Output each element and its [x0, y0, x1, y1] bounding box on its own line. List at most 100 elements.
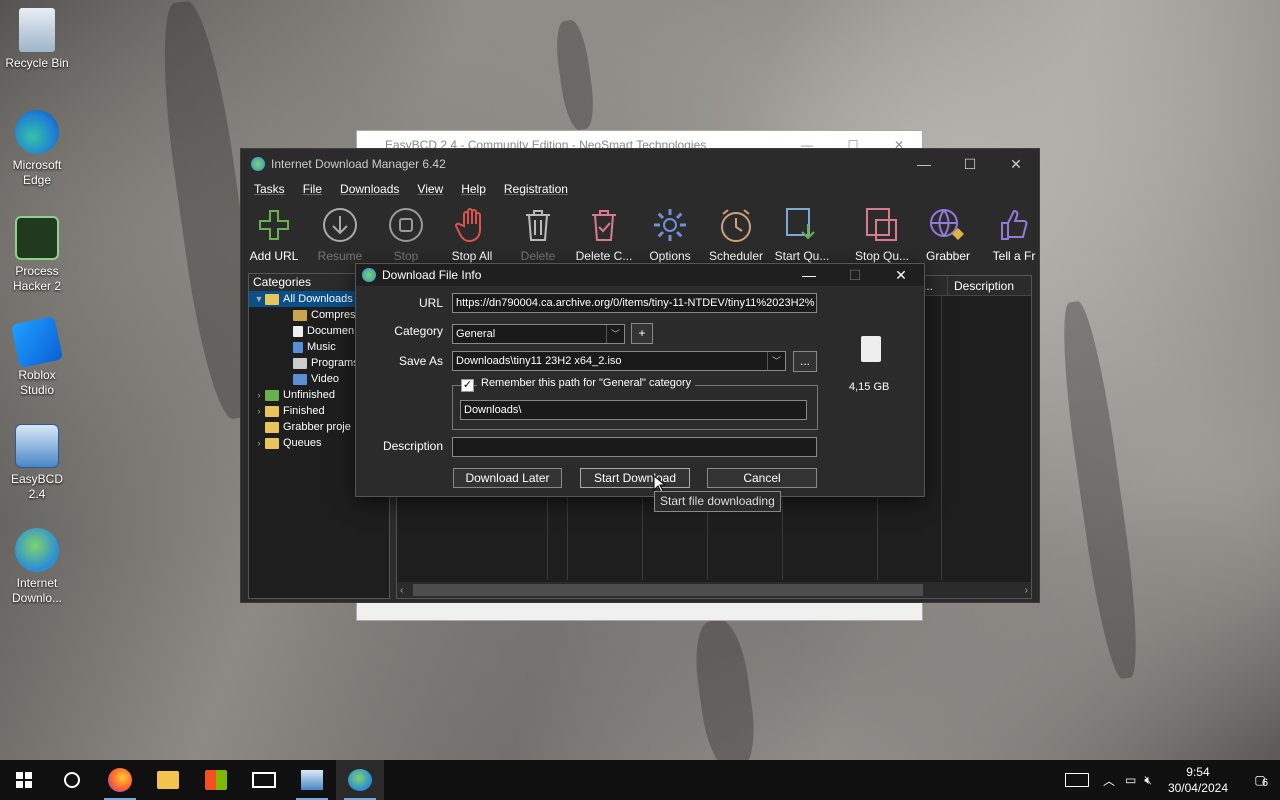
- menu-help[interactable]: Help: [452, 179, 495, 199]
- start-queue-icon: [786, 208, 815, 240]
- menu-bar: Tasks File Downloads View Help Registrat…: [241, 179, 1039, 199]
- desktop-icon-label: Process Hacker 2: [12, 264, 62, 293]
- archive-icon: [293, 309, 307, 321]
- process-hacker-icon: [15, 216, 59, 260]
- dialog-title: Download File Info: [382, 268, 482, 282]
- tree-arrow[interactable]: ›: [253, 438, 265, 448]
- delete-button[interactable]: Delete: [505, 205, 571, 271]
- menu-tasks[interactable]: Tasks: [245, 179, 294, 199]
- stop-queue-button[interactable]: Stop Qu...: [849, 205, 915, 271]
- scheduler-button[interactable]: Scheduler: [703, 205, 769, 271]
- search-circle-icon: [64, 772, 80, 788]
- chevron-up-icon[interactable]: ︿: [1103, 772, 1115, 789]
- desktop-icon-idm[interactable]: Internet Downlo...: [4, 528, 70, 606]
- resume-icon: [323, 208, 357, 242]
- toolbar: Add URL Resume Stop Stop All Delete Dele…: [241, 199, 1039, 271]
- save-as-combo[interactable]: Downloads\tiny11 23H2 x64_2.iso ﹀: [452, 351, 786, 371]
- volume-muted-icon[interactable]: 🔇︎: [1144, 773, 1152, 788]
- desktop-icon-roblox-studio[interactable]: Roblox Studio: [4, 315, 70, 398]
- maximize-button: ☐: [848, 266, 862, 283]
- grabber-folder-icon: [265, 421, 279, 433]
- clock[interactable]: 9:54 30/04/2024: [1156, 764, 1240, 796]
- finished-folder-icon: [265, 405, 279, 417]
- idm-titlebar[interactable]: Internet Download Manager 6.42 — ☐ ✕: [241, 149, 1039, 179]
- system-tray: ︿ ▭ 🔇︎ 9:54 30/04/2024 ▢ 6: [1065, 760, 1280, 800]
- close-button[interactable]: ✕: [878, 267, 924, 284]
- idm-title: Internet Download Manager 6.42: [271, 157, 446, 171]
- add-url-button[interactable]: Add URL: [241, 205, 307, 271]
- category-label: Category: [394, 324, 443, 338]
- menu-file[interactable]: File: [294, 179, 331, 199]
- thumbs-up-icon: [1001, 209, 1028, 240]
- minimize-button[interactable]: —: [901, 156, 947, 173]
- remember-path-field[interactable]: Downloads\: [460, 400, 807, 420]
- stop-queue-icon: [866, 208, 897, 241]
- tell-a-friend-button[interactable]: Tell a Fr: [981, 205, 1047, 271]
- taskbar-easybcd[interactable]: [288, 760, 336, 800]
- cancel-button[interactable]: Cancel: [707, 468, 817, 488]
- column-header-truncated[interactable]: ...: [923, 276, 943, 295]
- search-button[interactable]: [48, 760, 96, 800]
- start-queue-button[interactable]: Start Qu...: [769, 205, 835, 271]
- queues-folder-icon: [265, 437, 279, 449]
- taskbar-mail[interactable]: [240, 760, 288, 800]
- scroll-right-icon[interactable]: ›: [1025, 585, 1028, 596]
- clock-icon: [721, 209, 751, 242]
- remember-path-label[interactable]: Remember this path for "General" categor…: [477, 377, 696, 389]
- grabber-button[interactable]: Grabber: [915, 205, 981, 271]
- scrollbar-thumb[interactable]: [413, 584, 923, 596]
- menu-registration[interactable]: Registration: [495, 179, 577, 199]
- start-button[interactable]: [0, 760, 48, 800]
- url-field[interactable]: https://dn790004.ca.archive.org/0/items/…: [452, 293, 817, 313]
- category-value: General: [456, 328, 496, 340]
- chevron-down-icon[interactable]: ﹀: [606, 325, 624, 343]
- idm-app-icon: [251, 157, 265, 171]
- taskbar-firefox[interactable]: [96, 760, 144, 800]
- desktop-icon-process-hacker[interactable]: Process Hacker 2: [4, 216, 70, 294]
- tree-arrow[interactable]: ›: [253, 390, 265, 400]
- chevron-down-icon[interactable]: ﹀: [767, 352, 785, 370]
- delete-completed-button[interactable]: Delete C...: [571, 205, 637, 271]
- tree-arrow[interactable]: ›: [253, 406, 265, 416]
- start-download-button[interactable]: Start Download: [580, 468, 690, 488]
- program-icon: [293, 357, 307, 369]
- download-file-info-dialog[interactable]: Download File Info — ☐ ✕ URL https://dn7…: [355, 263, 925, 497]
- close-button[interactable]: ✕: [993, 156, 1039, 173]
- notifications-button[interactable]: ▢ 6: [1240, 773, 1280, 789]
- column-header-description[interactable]: Description: [947, 276, 1014, 295]
- taskbar-idm[interactable]: [336, 760, 384, 800]
- browse-button[interactable]: ...: [793, 351, 817, 372]
- remember-path-checkbox[interactable]: ✓: [461, 379, 474, 392]
- easybcd-icon: [301, 770, 323, 790]
- tree-arrow[interactable]: ▼: [253, 294, 265, 304]
- taskbar-file-explorer[interactable]: [144, 760, 192, 800]
- dialog-titlebar[interactable]: Download File Info — ☐ ✕: [356, 264, 924, 286]
- recycle-bin-icon: [19, 8, 55, 52]
- folder-icon: [157, 771, 179, 789]
- desktop-icon-label: EasyBCD 2.4: [10, 472, 63, 501]
- save-as-label: Save As: [398, 354, 443, 368]
- desktop-icon-edge[interactable]: Microsoft Edge: [4, 110, 70, 188]
- minimize-button[interactable]: —: [786, 267, 832, 284]
- network-icon[interactable]: ▭: [1125, 773, 1136, 787]
- options-button[interactable]: Options: [637, 205, 703, 271]
- hand-icon: [455, 208, 481, 243]
- menu-view[interactable]: View: [408, 179, 452, 199]
- unfinished-folder-icon: [265, 389, 279, 401]
- taskbar-store[interactable]: [192, 760, 240, 800]
- horizontal-scrollbar[interactable]: ‹ ›: [397, 582, 1031, 598]
- category-select[interactable]: General ﹀: [452, 324, 625, 344]
- desktop-icon-easybcd[interactable]: EasyBCD 2.4: [4, 424, 70, 502]
- stop-all-button[interactable]: Stop All: [439, 205, 505, 271]
- description-field[interactable]: [452, 437, 817, 457]
- menu-downloads[interactable]: Downloads: [331, 179, 408, 199]
- maximize-button[interactable]: ☐: [947, 156, 993, 173]
- resume-button[interactable]: Resume: [307, 205, 373, 271]
- desktop-icon-recycle-bin[interactable]: Recycle Bin: [4, 8, 70, 71]
- add-category-button[interactable]: +: [631, 323, 653, 344]
- scroll-left-icon[interactable]: ‹: [400, 585, 403, 596]
- stop-button[interactable]: Stop: [373, 205, 439, 271]
- keyboard-icon[interactable]: [1065, 773, 1090, 787]
- download-later-button[interactable]: Download Later: [453, 468, 562, 488]
- clock-date: 30/04/2024: [1167, 781, 1228, 795]
